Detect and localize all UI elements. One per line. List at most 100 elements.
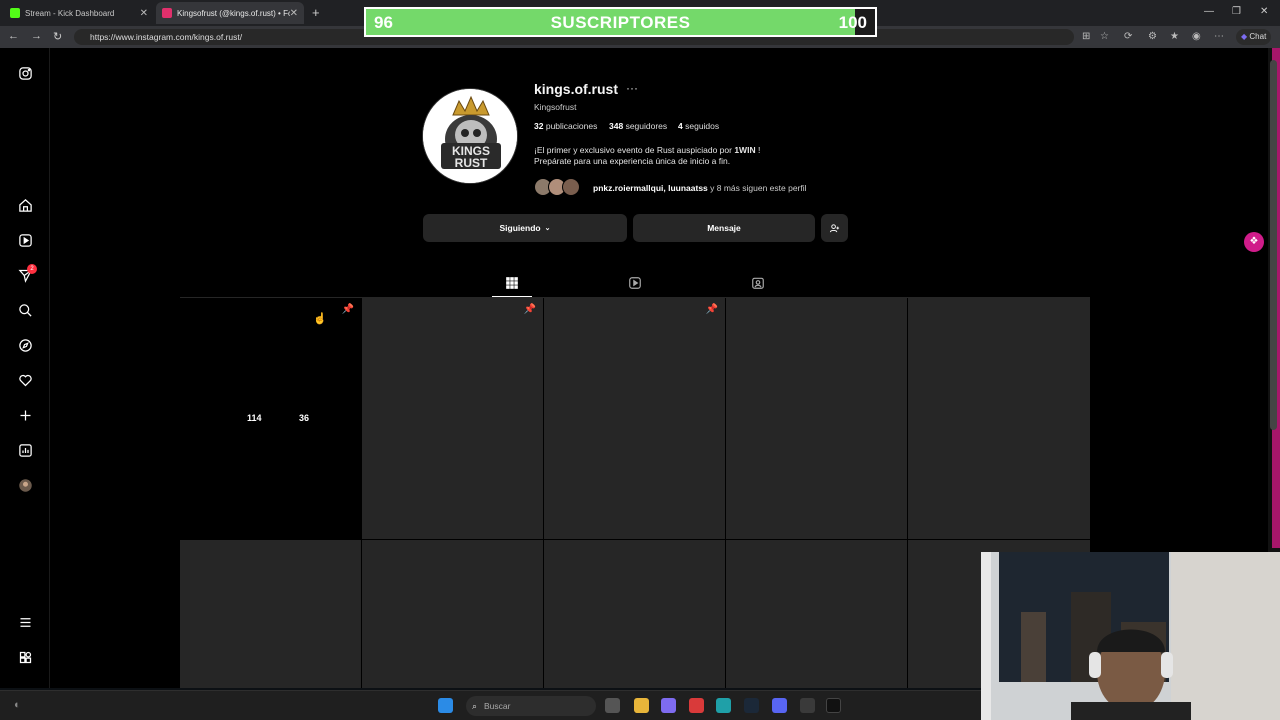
- grid-post[interactable]: 📌: [544, 298, 725, 539]
- back-icon[interactable]: ←: [8, 30, 19, 42]
- profile-picture[interactable]: KINGS RUST: [422, 88, 518, 184]
- add-user-button[interactable]: [821, 214, 848, 242]
- grid-post[interactable]: [544, 540, 725, 688]
- followed-by-names: pnkz.roiermallqui, luunaatss: [593, 183, 708, 193]
- followed-by-text[interactable]: pnkz.roiermallqui, luunaatss y 8 más sig…: [593, 183, 807, 193]
- active-tab-indicator: [492, 296, 532, 297]
- goal-label: SUSCRIPTORES: [550, 13, 691, 32]
- home-icon[interactable]: [16, 196, 34, 214]
- mouse-cursor-icon: ☝: [313, 313, 327, 325]
- refresh-icon[interactable]: ⟳: [1124, 31, 1132, 42]
- profile-username: kings.of.rust: [534, 81, 619, 97]
- reels-icon[interactable]: [16, 231, 34, 249]
- extension-float-icon[interactable]: ❖: [1244, 232, 1264, 252]
- profile-avatar[interactable]: [16, 476, 34, 494]
- pin-icon: 📌: [341, 304, 354, 315]
- tab-reels[interactable]: [628, 276, 642, 290]
- following-button[interactable]: Siguiendo ⌄: [423, 214, 627, 242]
- heart-icon[interactable]: [16, 371, 34, 389]
- apps-icon[interactable]: ⊞: [1082, 31, 1090, 42]
- create-icon[interactable]: [16, 406, 34, 424]
- scrollbar-thumb[interactable]: [1270, 60, 1277, 430]
- app-icon[interactable]: [800, 698, 815, 713]
- chat-label: Chat: [1249, 32, 1267, 41]
- goal-current: 96: [374, 13, 393, 32]
- capcut-icon[interactable]: [826, 698, 841, 713]
- webcam-image: [981, 552, 1280, 720]
- search-placeholder: Buscar: [484, 701, 511, 711]
- grid-post[interactable]: [726, 298, 907, 539]
- instagram-favicon-icon: [162, 8, 172, 18]
- copilot-icon[interactable]: [661, 698, 676, 713]
- dashboard-icon[interactable]: [16, 441, 34, 459]
- options-icon[interactable]: ···: [626, 81, 638, 95]
- grid-post[interactable]: 📌: [362, 298, 543, 539]
- weather-icon[interactable]: ◐: [14, 699, 21, 711]
- search-icon[interactable]: [16, 301, 34, 319]
- grid-post[interactable]: [726, 540, 907, 688]
- post-likes-count: 114: [247, 413, 262, 423]
- avatar: [562, 178, 580, 196]
- stat-posts-label: publicaciones: [545, 121, 598, 131]
- more-icon[interactable]: ⋯: [1214, 31, 1224, 42]
- new-tab-icon[interactable]: +: [312, 5, 320, 20]
- browser-tab-kick[interactable]: Stream - Kick Dashboard ✕: [4, 2, 154, 24]
- bio-line-2: Prepárate para una experiencia única de …: [534, 156, 731, 166]
- message-label: Mensaje: [707, 223, 741, 233]
- reload-icon[interactable]: ↻: [53, 30, 62, 43]
- favorites-icon[interactable]: ★: [1170, 31, 1179, 42]
- tab-tagged[interactable]: [751, 276, 765, 290]
- close-icon[interactable]: ✕: [290, 8, 298, 19]
- grid-post[interactable]: [180, 540, 361, 688]
- profile-full-name: Kingsofrust: [534, 102, 577, 112]
- stat-followers[interactable]: 348 seguidores: [609, 121, 667, 131]
- grid-icon: [506, 277, 518, 289]
- close-icon[interactable]: ✕: [140, 8, 148, 19]
- stat-following-label: seguidos: [685, 121, 720, 131]
- stat-following[interactable]: 4 seguidos: [678, 121, 719, 131]
- post-comments-count: 36: [299, 413, 310, 423]
- taskbar-search[interactable]: ⌕ Buscar: [466, 696, 596, 716]
- start-icon[interactable]: [438, 698, 453, 713]
- favorite-star-icon[interactable]: ☆: [1100, 31, 1109, 42]
- more-apps-icon[interactable]: [16, 648, 34, 666]
- tab-posts[interactable]: [505, 276, 519, 290]
- menu-icon[interactable]: [16, 613, 34, 631]
- copilot-icon: ◆: [1241, 32, 1248, 41]
- kings-of-rust-logo: KINGS RUST: [423, 89, 517, 183]
- tagged-icon: [752, 277, 764, 289]
- bio-brand: 1WIN: [734, 145, 756, 155]
- subscriber-goal-bar: SUSCRIPTORES 96 100: [364, 7, 877, 37]
- maximize-icon[interactable]: ❐: [1232, 6, 1241, 17]
- task-view-icon[interactable]: [605, 698, 620, 713]
- bio-suffix: !: [755, 145, 761, 155]
- stat-followers-value: 348: [609, 121, 624, 131]
- explore-icon[interactable]: [16, 336, 34, 354]
- close-window-icon[interactable]: ✕: [1260, 6, 1268, 17]
- stat-following-value: 4: [678, 121, 683, 131]
- discord-icon[interactable]: [772, 698, 787, 713]
- stat-posts: 32 publicaciones: [534, 121, 597, 131]
- grid-post[interactable]: [908, 298, 1090, 539]
- grid-post[interactable]: [362, 540, 543, 688]
- reels-icon: [629, 277, 641, 289]
- goal-target: 100: [838, 13, 867, 32]
- notification-badge: 2: [27, 264, 37, 274]
- minimize-icon[interactable]: —: [1204, 6, 1214, 17]
- file-explorer-icon[interactable]: [634, 698, 649, 713]
- wps-icon[interactable]: [689, 698, 704, 713]
- browser-tab-instagram[interactable]: Kingsofrust (@kings.of.rust) • Foto ✕: [156, 2, 304, 24]
- url-text: https://www.instagram.com/kings.of.rust/: [90, 32, 243, 42]
- message-button[interactable]: Mensaje: [633, 214, 815, 242]
- pin-icon: 📌: [705, 304, 718, 315]
- mutual-followers-avatars[interactable]: [534, 178, 590, 196]
- instagram-icon[interactable]: [16, 64, 34, 82]
- profile-icon[interactable]: ◉: [1192, 31, 1201, 42]
- extensions-icon[interactable]: ⚙: [1148, 31, 1157, 42]
- forward-icon[interactable]: →: [31, 30, 42, 42]
- steam-icon[interactable]: [744, 698, 759, 713]
- grid-post[interactable]: 📌: [180, 298, 361, 539]
- search-icon: ⌕: [472, 701, 478, 711]
- copilot-chat-button[interactable]: ◆ Chat: [1236, 29, 1272, 45]
- edge-icon[interactable]: [716, 698, 731, 713]
